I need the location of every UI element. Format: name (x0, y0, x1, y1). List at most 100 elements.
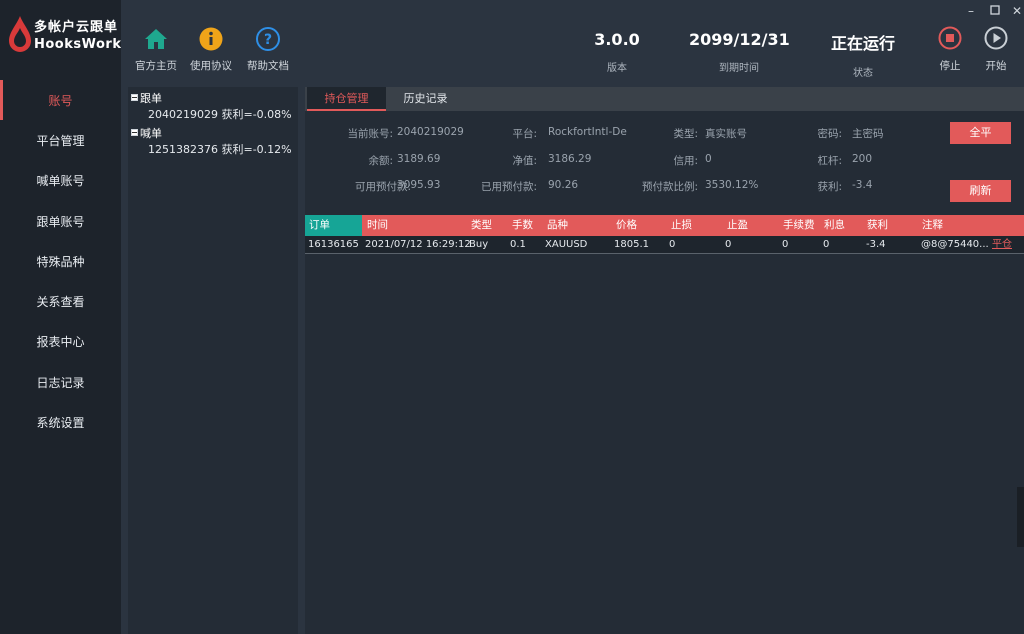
leverage-label: 杠杆: (817, 155, 842, 167)
margin-level-value: 3530.12% (705, 179, 759, 191)
homepage-button[interactable]: 官方主页 (129, 26, 183, 73)
expiry-stat: 2099/12/31 到期时间 (689, 30, 790, 74)
scrollbar-thumb[interactable] (1017, 487, 1024, 547)
tab-positions[interactable]: 持仓管理 (307, 87, 386, 111)
current-account-label: 当前账号: (347, 128, 393, 140)
table-row[interactable]: 16136165 2021/07/12 16:29:12 Buy 0.1 XAU… (305, 236, 1024, 254)
col-time[interactable]: 时间 (367, 215, 388, 236)
app-logo: 多帐户云跟单 HooksWork (0, 0, 121, 80)
cell-swap: 0 (823, 239, 830, 250)
header: 官方主页 使用协议 ? 帮助文档 3.0.0 版本 2099/12/31 到期时… (121, 0, 1024, 80)
close-all-button[interactable]: 全平 (950, 122, 1011, 144)
col-fee[interactable]: 手续费 (783, 215, 815, 236)
cell-tp: 0 (725, 239, 732, 250)
leverage-value: 200 (852, 153, 873, 165)
col-comment[interactable]: 注释 (922, 215, 943, 236)
status-label: 状态 (853, 68, 873, 79)
password-label: 密码: (817, 128, 842, 140)
cell-symbol: XAUUSD (545, 239, 588, 250)
help-docs-button[interactable]: ? 帮助文档 (241, 26, 295, 73)
cell-profit: -3.4 (866, 239, 886, 250)
play-icon (984, 26, 1008, 50)
minimize-icon[interactable]: – (964, 4, 978, 18)
sidebar-item-logs[interactable]: 日志记录 (0, 362, 121, 402)
version-value: 3.0.0 (594, 30, 640, 49)
sidebar-item-reports[interactable]: 报表中心 (0, 322, 121, 362)
sidebar-item-label: 账号 (48, 93, 73, 108)
sidebar-item-follower-accounts[interactable]: 跟单账号 (0, 201, 121, 241)
sidebar-item-settings[interactable]: 系统设置 (0, 402, 121, 442)
free-margin-value: 3095.93 (397, 179, 441, 191)
equity-value: 3186.29 (548, 153, 592, 165)
version-label: 版本 (607, 63, 627, 74)
close-icon[interactable]: ✕ (1010, 4, 1024, 18)
col-profit[interactable]: 获利 (867, 215, 888, 236)
agreement-button[interactable]: 使用协议 (184, 26, 238, 73)
cell-type: Buy (469, 239, 489, 250)
used-margin-label: 已用预付款: (480, 181, 537, 193)
credit-label: 信用: (673, 155, 698, 167)
close-position-link[interactable]: 平仓 (992, 236, 1012, 254)
cell-price: 1805.1 (614, 239, 649, 250)
col-lots[interactable]: 手数 (512, 215, 533, 236)
sidebar-item-label: 平台管理 (36, 133, 85, 148)
type-value: 真实账号 (705, 128, 747, 140)
col-symbol[interactable]: 品种 (547, 215, 568, 236)
sidebar-item-label: 日志记录 (36, 375, 85, 390)
tree-item[interactable]: 2040219029 获利=-0.08% (128, 106, 298, 124)
stop-button[interactable]: 停止 (935, 26, 965, 73)
collapse-icon[interactable] (131, 129, 138, 136)
tree-group-label: 喊单 (140, 126, 162, 140)
maximize-icon[interactable] (988, 4, 1002, 18)
col-type[interactable]: 类型 (471, 215, 492, 236)
homepage-label: 官方主页 (135, 60, 177, 72)
positions-table: 订单 时间 类型 手数 品种 价格 止损 止盈 手续费 利息 获利 注释 161… (305, 215, 1024, 254)
col-sl[interactable]: 止损 (671, 215, 692, 236)
type-label: 类型: (673, 128, 698, 140)
col-tp[interactable]: 止盈 (727, 215, 748, 236)
credit-value: 0 (705, 153, 712, 165)
sidebar-item-label: 特殊品种 (36, 254, 85, 269)
col-order[interactable]: 订单 (309, 215, 330, 236)
logo-drop-icon (9, 16, 31, 52)
table-header: 订单 时间 类型 手数 品种 价格 止损 止盈 手续费 利息 获利 注释 (305, 215, 1024, 236)
cell-lots: 0.1 (510, 239, 526, 250)
start-button[interactable]: 开始 (981, 26, 1011, 73)
tree-group-signal[interactable]: 喊单 (128, 124, 298, 141)
sidebar-item-label: 系统设置 (36, 416, 85, 431)
collapse-icon[interactable] (131, 94, 138, 101)
home-icon (145, 29, 167, 49)
expiry-label: 到期时间 (719, 63, 759, 74)
sidebar-item-label: 跟单账号 (36, 214, 85, 229)
equity-label: 净值: (512, 155, 537, 167)
sidebar: 账号 平台管理 喊单账号 跟单账号 特殊品种 关系查看 报表中心 日志记录 系统… (0, 80, 121, 634)
refresh-button[interactable]: 刷新 (950, 180, 1011, 202)
sidebar-item-label: 喊单账号 (36, 174, 85, 189)
margin-level-label: 预付款比例: (641, 181, 698, 193)
tab-history[interactable]: 历史记录 (386, 87, 465, 111)
app-name-cn: 多帐户云跟单 (34, 20, 119, 35)
cell-time: 2021/07/12 16:29:12 (365, 239, 471, 250)
tree-group-follow[interactable]: 跟单 (128, 89, 298, 106)
sidebar-item-special-symbols[interactable]: 特殊品种 (0, 241, 121, 281)
sidebar-item-relationships[interactable]: 关系查看 (0, 281, 121, 321)
stop-label: 停止 (939, 60, 961, 72)
cell-sl: 0 (669, 239, 676, 250)
help-docs-label: 帮助文档 (247, 60, 289, 72)
sidebar-item-platform-management[interactable]: 平台管理 (0, 120, 121, 160)
agreement-label: 使用协议 (190, 60, 232, 72)
main-panel: 持仓管理 历史记录 当前账号: 2040219029 平台: RockfortI… (305, 87, 1024, 634)
version-stat: 3.0.0 版本 (589, 30, 645, 74)
col-price[interactable]: 价格 (616, 215, 637, 236)
tab-bar: 持仓管理 历史记录 (305, 87, 1024, 111)
svg-text:?: ? (264, 32, 272, 48)
status-value: 正在运行 (830, 34, 895, 53)
col-swap[interactable]: 利息 (824, 215, 845, 236)
balance-label: 余额: (368, 155, 393, 167)
sidebar-item-signal-accounts[interactable]: 喊单账号 (0, 161, 121, 201)
used-margin-value: 90.26 (548, 179, 579, 191)
sidebar-item-account[interactable]: 账号 (0, 80, 121, 121)
tree-item[interactable]: 1251382376 获利=-0.12% (128, 141, 298, 159)
info-icon (199, 27, 223, 51)
account-tree: 跟单 2040219029 获利=-0.08% 喊单 1251382376 获利… (128, 87, 298, 634)
